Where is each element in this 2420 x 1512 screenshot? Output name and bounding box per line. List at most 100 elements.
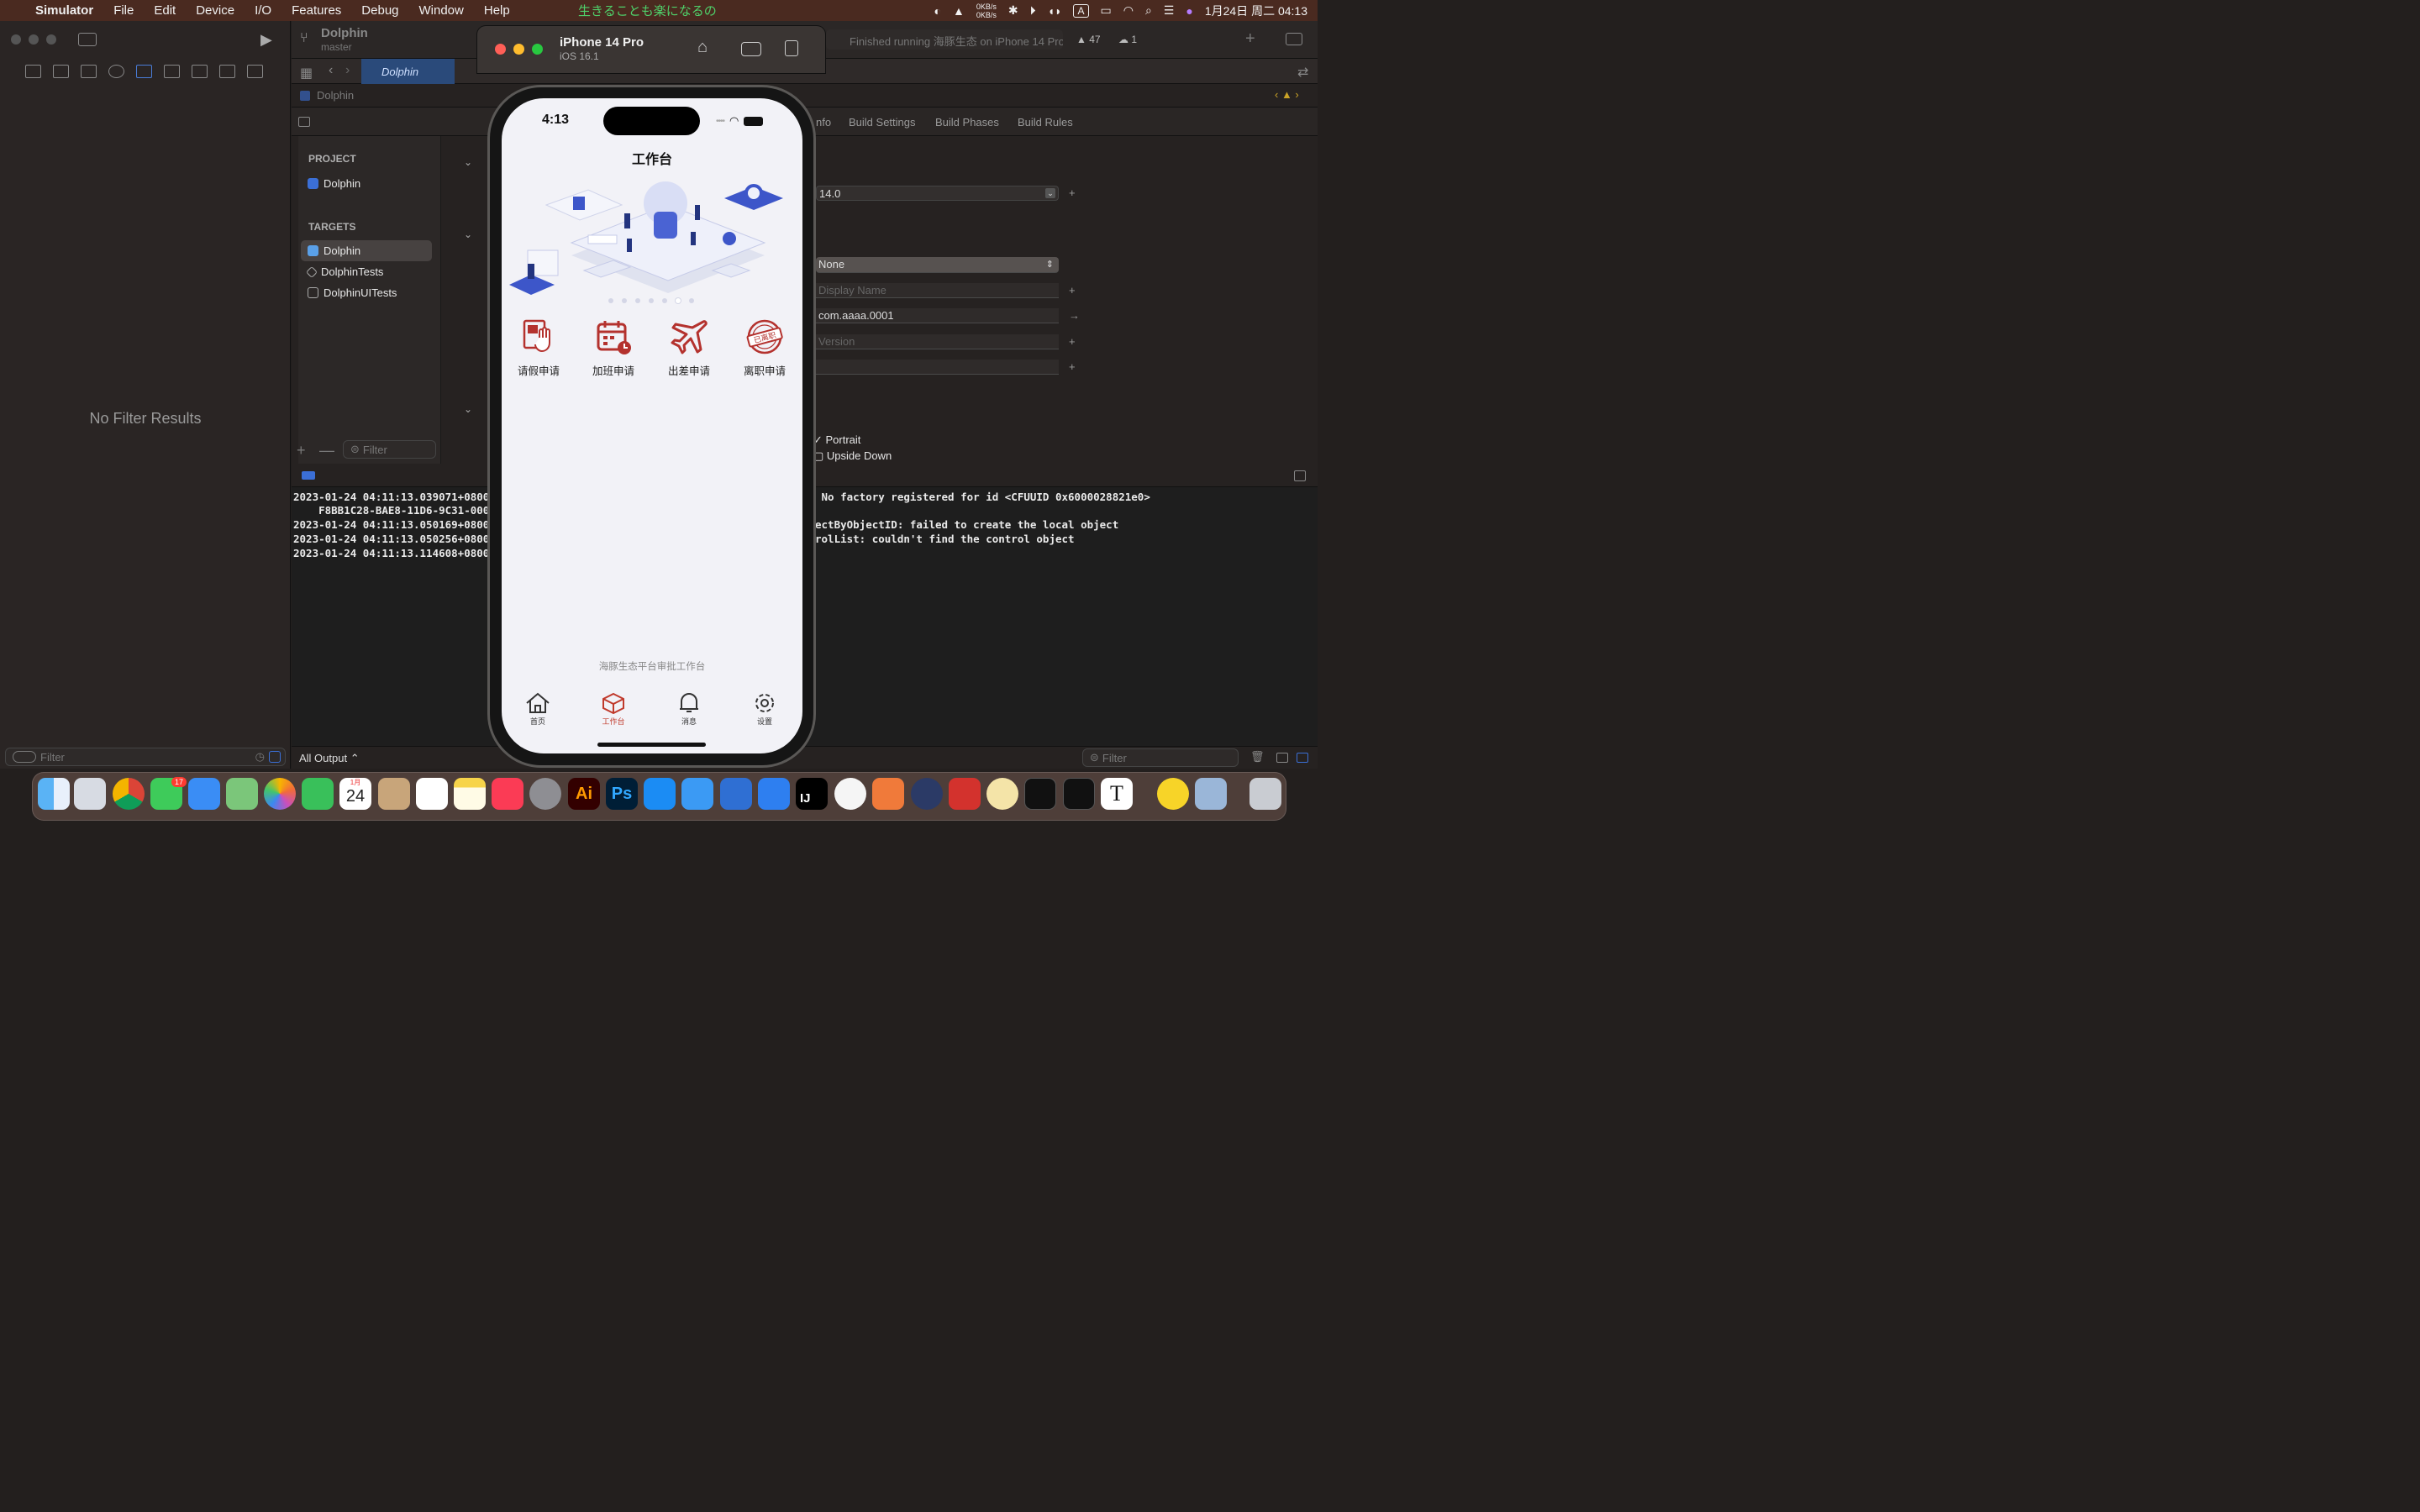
- resignation-button[interactable]: 已离职 离职申请: [739, 318, 790, 378]
- output-selector[interactable]: All Output ⌃: [299, 752, 360, 765]
- rotate-icon[interactable]: [785, 40, 798, 56]
- bluetooth-icon[interactable]: ✱: [1008, 3, 1018, 18]
- minimize-window-button[interactable]: [29, 34, 39, 45]
- notes-icon[interactable]: [454, 778, 486, 810]
- bundle-identifier-field[interactable]: com.aaaa.0001: [816, 308, 1059, 323]
- wifi-icon[interactable]: ◠: [1123, 3, 1134, 18]
- intellij-icon[interactable]: IJ: [796, 778, 828, 810]
- vpn-status-icon[interactable]: ◐: [934, 4, 940, 18]
- music-icon[interactable]: [492, 778, 523, 810]
- app-store-icon[interactable]: [644, 778, 676, 810]
- hamster-icon[interactable]: [986, 778, 1018, 810]
- calendar-icon[interactable]: 1月 24: [339, 778, 371, 810]
- tab-workbench[interactable]: 工作台: [588, 692, 639, 727]
- target-item-dolphintests[interactable]: DolphinTests: [305, 265, 383, 278]
- instruments-icon[interactable]: [720, 778, 752, 810]
- target-filter-input[interactable]: ⊜ Filter: [343, 440, 436, 459]
- maps-icon[interactable]: [226, 778, 258, 810]
- launchpad-icon[interactable]: [74, 778, 106, 810]
- carousel-dot[interactable]: [622, 298, 627, 303]
- siri-icon[interactable]: ●: [1186, 4, 1192, 18]
- forward-arrow-icon[interactable]: ›: [345, 63, 350, 78]
- disclosure-chevron-icon[interactable]: ⌄: [464, 156, 472, 168]
- test-icon[interactable]: [164, 65, 180, 78]
- breakpoint-icon[interactable]: [219, 65, 235, 78]
- find-icon[interactable]: [108, 65, 124, 78]
- toggle-navigator-icon[interactable]: [78, 33, 97, 46]
- close-window-button[interactable]: [11, 34, 21, 45]
- back-arrow-icon[interactable]: ‹: [329, 63, 333, 78]
- menu-features[interactable]: Features: [292, 3, 341, 18]
- run-button[interactable]: ▶: [260, 31, 272, 49]
- facetime-icon[interactable]: [302, 778, 334, 810]
- add-library-icon[interactable]: +: [1245, 29, 1255, 49]
- chrome-icon[interactable]: [113, 778, 145, 810]
- tab-home[interactable]: 首页: [513, 692, 563, 727]
- menu-help[interactable]: Help: [484, 3, 510, 18]
- add-deployment-button[interactable]: +: [1069, 186, 1076, 199]
- trash-icon[interactable]: 🗑: [1250, 750, 1265, 764]
- input-source[interactable]: A: [1073, 3, 1089, 18]
- typora-icon[interactable]: T: [1101, 778, 1133, 810]
- preview-icon[interactable]: [1195, 778, 1227, 810]
- zoom-window-button[interactable]: [46, 34, 56, 45]
- tab-build-rules[interactable]: Build Rules: [1018, 116, 1073, 129]
- add-build-button[interactable]: +: [1069, 360, 1076, 373]
- sim-close-button[interactable]: [495, 44, 506, 55]
- tab-info[interactable]: nfo: [816, 116, 831, 129]
- add-display-name-button[interactable]: +: [1069, 284, 1076, 297]
- report-icon[interactable]: [247, 65, 263, 78]
- trash-dock-icon[interactable]: [1249, 778, 1281, 810]
- breakpoints-toggle-icon[interactable]: [302, 471, 315, 480]
- pencil-icon[interactable]: [872, 778, 904, 810]
- project-item-dolphin[interactable]: Dolphin: [308, 177, 360, 190]
- vpn-icon[interactable]: [834, 778, 866, 810]
- carousel-dot[interactable]: [662, 298, 667, 303]
- add-target-icon[interactable]: +: [297, 442, 306, 459]
- jump-bar-item[interactable]: Dolphin: [317, 89, 354, 102]
- jump-warning-icon[interactable]: ‹ ▲ ›: [1275, 88, 1299, 101]
- hexagon-app-icon[interactable]: [949, 778, 981, 810]
- filter-options-icon[interactable]: [13, 751, 36, 763]
- qq-music-icon[interactable]: [1157, 778, 1189, 810]
- home-button-icon[interactable]: ⌂: [697, 38, 708, 57]
- xcode-icon[interactable]: [758, 778, 790, 810]
- app-store-connect-icon[interactable]: [681, 778, 713, 810]
- terminal-icon[interactable]: [1063, 778, 1095, 810]
- add-version-button[interactable]: +: [1069, 335, 1076, 348]
- menu-window[interactable]: Window: [419, 3, 464, 18]
- recent-filter-icon[interactable]: ◷: [255, 750, 265, 764]
- debug-icon[interactable]: [192, 65, 208, 78]
- version-field[interactable]: Version: [816, 334, 1059, 349]
- carousel-dot-active[interactable]: [676, 298, 681, 303]
- tab-build-phases[interactable]: Build Phases: [935, 116, 999, 129]
- sim-zoom-button[interactable]: [532, 44, 543, 55]
- menubar-datetime[interactable]: 1月24日 周二 04:13: [1205, 3, 1307, 19]
- battery-icon[interactable]: ▭: [1101, 3, 1112, 18]
- issues-badge[interactable]: ☁ 1: [1118, 34, 1137, 45]
- variables-view-icon[interactable]: [1276, 753, 1288, 763]
- menu-file[interactable]: File: [113, 3, 134, 18]
- sim-minimize-button[interactable]: [513, 44, 524, 55]
- banner-illustration[interactable]: [504, 180, 798, 302]
- issue-filter-icon[interactable]: [269, 751, 281, 763]
- illustrator-icon[interactable]: Ai: [568, 778, 600, 810]
- photoshop-icon[interactable]: Ps: [606, 778, 638, 810]
- folder-icon[interactable]: [25, 65, 41, 78]
- carousel-dot[interactable]: [608, 298, 613, 303]
- issue-warning-icon[interactable]: [136, 65, 152, 78]
- control-center-icon[interactable]: ☰: [1164, 3, 1175, 18]
- cat-icon[interactable]: ▲: [953, 4, 965, 18]
- menu-device[interactable]: Device: [196, 3, 234, 18]
- screenshot-icon[interactable]: [741, 42, 761, 56]
- target-item-dolphin[interactable]: Dolphin: [308, 244, 360, 257]
- menu-edit[interactable]: Edit: [154, 3, 176, 18]
- reminders-icon[interactable]: [416, 778, 448, 810]
- tab-settings[interactable]: 设置: [739, 692, 790, 727]
- app-category-select[interactable]: None ⇕: [816, 257, 1059, 273]
- home-indicator[interactable]: [597, 743, 706, 747]
- remove-target-icon[interactable]: —: [319, 442, 334, 459]
- toggle-inspector-icon[interactable]: [1286, 33, 1302, 45]
- business-trip-button[interactable]: 出差申请: [664, 318, 714, 378]
- cloud-icon[interactable]: [911, 778, 943, 810]
